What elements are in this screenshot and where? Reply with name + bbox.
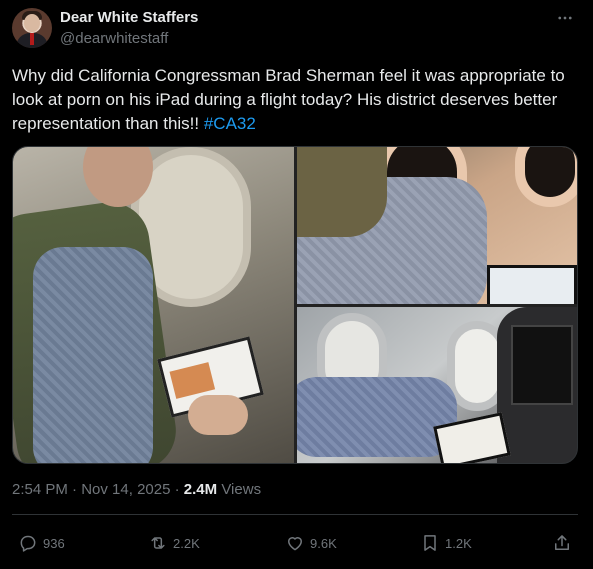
like-icon bbox=[288, 537, 302, 551]
repost-count: 2.2K bbox=[173, 535, 200, 551]
repost-icon bbox=[151, 537, 165, 549]
bookmark-button[interactable]: 1.2K bbox=[420, 528, 472, 558]
author-avatar[interactable] bbox=[12, 8, 52, 48]
like-count: 9.6K bbox=[310, 535, 337, 551]
tweet-time[interactable]: 2:54 PM bbox=[12, 481, 68, 498]
share-icon bbox=[555, 535, 569, 550]
repost-button[interactable]: 2.2K bbox=[148, 528, 200, 558]
photo-2[interactable] bbox=[297, 147, 577, 304]
tweet-text: Why did California Congressman Brad Sher… bbox=[12, 64, 582, 136]
more-icon[interactable] bbox=[553, 6, 577, 30]
action-bar: 936 2.2K 9.6K 1.2K bbox=[0, 528, 593, 558]
share-button[interactable] bbox=[552, 528, 572, 558]
bookmark-count: 1.2K bbox=[445, 535, 472, 551]
like-button[interactable]: 9.6K bbox=[285, 528, 337, 558]
tweet: Dear White Staffers @dearwhitestaff Why … bbox=[0, 0, 593, 569]
reply-button[interactable]: 936 bbox=[18, 528, 65, 558]
tweet-meta: 2:54 PM · Nov 14, 2025 · 2.4M Views bbox=[12, 481, 262, 498]
tweet-date[interactable]: Nov 14, 2025 bbox=[81, 481, 170, 498]
reply-count: 936 bbox=[43, 535, 65, 551]
divider bbox=[12, 514, 578, 515]
reply-icon bbox=[20, 535, 36, 552]
author-handle[interactable]: @dearwhitestaff bbox=[60, 30, 168, 47]
views-count: 2.4M bbox=[183, 481, 218, 498]
views-label: Views bbox=[217, 481, 262, 498]
photo-3[interactable] bbox=[297, 307, 577, 463]
bookmark-icon bbox=[424, 535, 436, 551]
media-grid bbox=[12, 146, 578, 464]
hashtag-link[interactable]: #CA32 bbox=[204, 114, 256, 133]
photo-1[interactable] bbox=[13, 147, 294, 463]
tweet-body: Why did California Congressman Brad Sher… bbox=[12, 66, 565, 133]
author-name[interactable]: Dear White Staffers bbox=[60, 9, 198, 26]
